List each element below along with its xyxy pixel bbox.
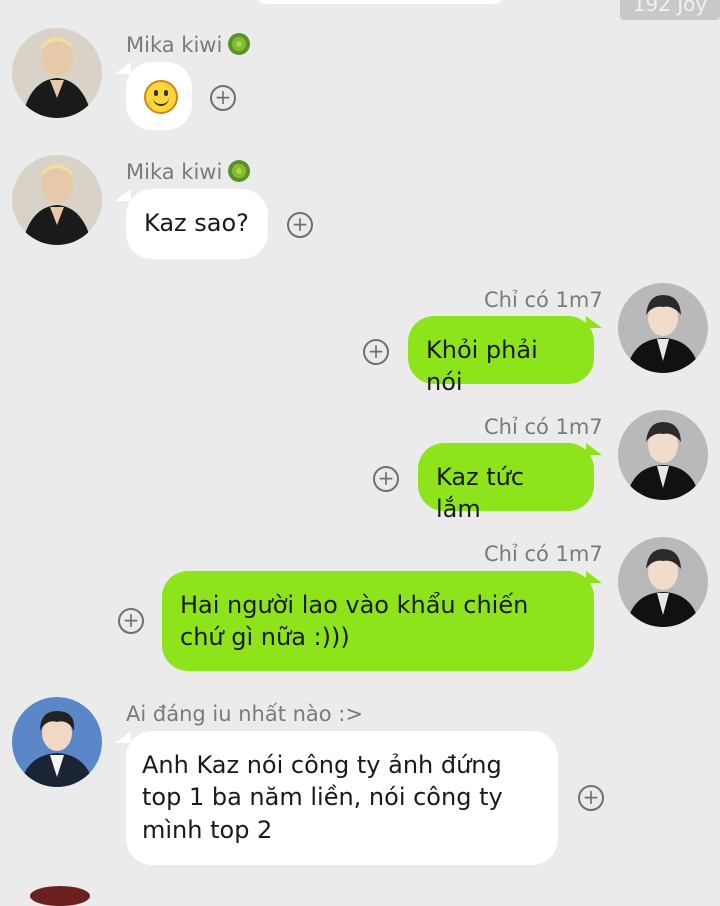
message-text: Anh Kaz nói công ty ảnh đứng top 1 ba nă… xyxy=(142,751,503,844)
message-text: Hai người lao vào khẩu chiến chứ gì nữa … xyxy=(180,591,529,652)
top-badge: 192 Joy xyxy=(620,0,720,20)
avatar-chi-co-1m7[interactable] xyxy=(618,537,708,627)
add-reaction-icon[interactable]: + xyxy=(118,608,144,634)
avatar-chi-co-1m7[interactable] xyxy=(618,283,708,373)
message-bubble[interactable]: Kaz tức lắm xyxy=(418,443,594,523)
avatar-mika-kiwi[interactable] xyxy=(12,155,102,245)
bubble-tail xyxy=(115,62,131,74)
message-bubble[interactable]: Kaz sao? xyxy=(126,189,268,259)
bubble-tail xyxy=(115,731,131,743)
kiwi-icon xyxy=(228,33,251,55)
sender-name: Chỉ có 1m7 xyxy=(484,415,603,439)
next-avatar-fragment xyxy=(30,886,90,906)
bubble-tail xyxy=(115,189,131,201)
sender-name: Ai đáng iu nhất nào :> xyxy=(126,702,363,726)
avatar-chi-co-1m7[interactable] xyxy=(618,410,708,500)
avatar-ai-dang-iu-nhat-nao[interactable] xyxy=(12,697,102,787)
add-reaction-icon[interactable]: + xyxy=(287,212,313,238)
add-reaction-icon[interactable]: + xyxy=(578,785,604,811)
message-bubble[interactable]: Anh Kaz nói công ty ảnh đứng top 1 ba nă… xyxy=(126,731,558,865)
avatar-mika-kiwi[interactable] xyxy=(12,28,102,118)
sender-name: Chỉ có 1m7 xyxy=(484,542,603,566)
sender-name: Chỉ có 1m7 xyxy=(484,288,603,312)
message-text: Khỏi phải nói xyxy=(426,336,538,397)
message-text: Kaz tức lắm xyxy=(436,463,525,524)
add-reaction-icon[interactable]: + xyxy=(210,85,236,111)
message-bubble[interactable]: Hai người lao vào khẩu chiến chứ gì nữa … xyxy=(162,571,594,671)
sender-name: Mika kiwi xyxy=(126,160,251,184)
message-bubble[interactable] xyxy=(126,62,192,130)
message-text: Kaz sao? xyxy=(144,209,249,237)
sender-name: Mika kiwi xyxy=(126,33,251,57)
kiwi-icon xyxy=(228,160,251,182)
previous-message-bubble xyxy=(250,0,510,4)
add-reaction-icon[interactable]: + xyxy=(363,339,389,365)
message-bubble[interactable]: Khỏi phải nói xyxy=(408,316,594,396)
add-reaction-icon[interactable]: + xyxy=(373,466,399,492)
smiley-emoji-icon xyxy=(144,80,178,114)
